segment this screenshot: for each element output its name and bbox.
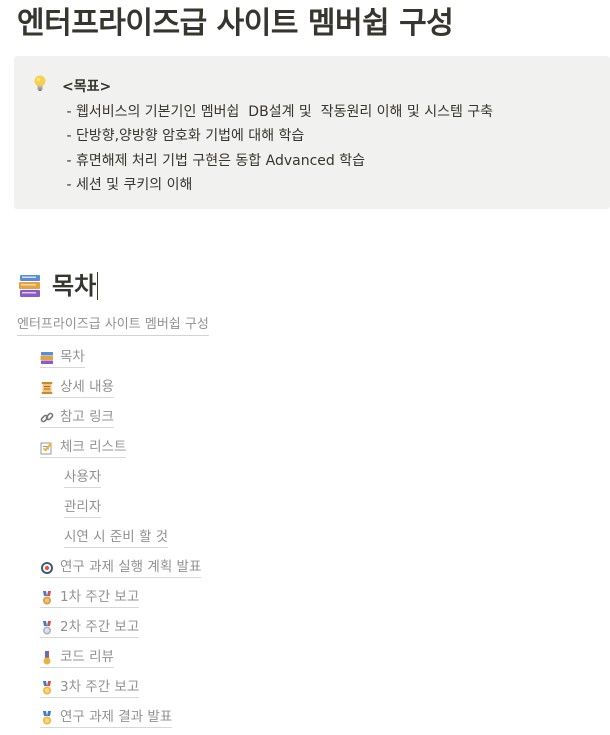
toc-label: 체크 리스트 [60, 439, 127, 455]
toc-link[interactable]: 1차 주간 보고 [40, 588, 140, 608]
lightbulb-icon [32, 74, 48, 92]
gold-medal-icon [40, 680, 54, 695]
toc-link[interactable]: 상세 내용 [40, 378, 114, 398]
toc-heading-text[interactable]: 목차 [52, 268, 96, 304]
toc-label: 코드 리뷰 [60, 649, 114, 665]
toc-item[interactable]: 상세 내용 [40, 373, 201, 403]
toc-item[interactable]: 시연 시 준비 할 것 [40, 523, 201, 553]
toc-link[interactable]: 3차 주간 보고 [40, 678, 140, 698]
toc-label: 연구 과제 결과 발표 [60, 709, 173, 725]
toc-item[interactable]: 목차 [40, 343, 201, 373]
toc-link[interactable]: 코드 리뷰 [40, 648, 114, 668]
toc-item[interactable]: 체크 리스트 [40, 433, 201, 463]
toc-link[interactable]: 연구 과제 결과 발표 [40, 708, 173, 728]
toc-label: 참고 링크 [60, 409, 114, 425]
toc-item[interactable]: 사용자 [40, 463, 201, 493]
toc-link[interactable]: 참고 링크 [40, 408, 114, 428]
toc-item[interactable]: 1차 주간 보고 [40, 583, 201, 613]
table-of-contents: 목차 상세 내용 참고 링크 체크 리스트 사용자 관리자 시연 시 준비 할 … [40, 343, 202, 733]
toc-section-heading[interactable]: 목차 [18, 268, 99, 304]
goals-callout: <목표> - 웹서비스의 기본기인 멤버쉽 DB설계 및 작동원리 이해 및 시… [14, 56, 610, 209]
callout-line: - 세션 및 쿠키의 이해 [62, 177, 193, 193]
military-medal-icon [40, 650, 54, 665]
scroll-icon [40, 381, 54, 395]
toc-label: 상세 내용 [60, 379, 114, 395]
toc-item[interactable]: 관리자 [40, 493, 201, 523]
toc-link[interactable]: 관리자 [64, 498, 102, 518]
bronze-medal-icon [40, 590, 54, 605]
toc-item[interactable]: 3차 주간 보고 [40, 673, 201, 703]
toc-item[interactable]: 코드 리뷰 [40, 643, 201, 673]
silver-medal-icon [40, 620, 54, 635]
toc-label: 3차 주간 보고 [60, 679, 140, 695]
toc-link[interactable]: 2차 주간 보고 [40, 618, 140, 638]
page-title: 엔터프라이즈급 사이트 멤버쉽 구성 [17, 6, 454, 41]
memo-icon [40, 441, 54, 455]
toc-item[interactable]: 참고 링크 [40, 403, 201, 433]
text-caret [97, 272, 99, 300]
toc-link[interactable]: 시연 시 준비 할 것 [64, 528, 169, 548]
breadcrumb-link[interactable]: 엔터프라이즈급 사이트 멤버쉽 구성 [17, 315, 209, 336]
callout-line: - 휴면해제 처리 기법 구현은 동합 Advanced 학습 [62, 152, 366, 169]
books-icon [40, 351, 54, 365]
toc-item[interactable]: 2차 주간 보고 [40, 613, 201, 643]
link-icon [40, 411, 54, 425]
target-icon [40, 561, 54, 575]
books-icon [18, 273, 42, 299]
toc-label: 사용자 [64, 469, 102, 485]
toc-label: 시연 시 준비 할 것 [64, 529, 169, 545]
toc-label: 관리자 [64, 499, 102, 515]
toc-label: 1차 주간 보고 [60, 589, 140, 605]
toc-item[interactable]: 연구 과제 실행 계획 발표 [40, 553, 202, 583]
callout-line: - 단방향,양방향 암호화 기법에 대해 학습 [62, 128, 305, 144]
toc-item[interactable]: 연구 과제 결과 발표 [40, 703, 201, 733]
callout-line: - 웹서비스의 기본기인 멤버쉽 DB설계 및 작동원리 이해 및 시스템 구축 [62, 103, 494, 120]
callout-heading: <목표> [62, 79, 112, 95]
toc-label: 연구 과제 실행 계획 발표 [60, 559, 202, 575]
toc-link[interactable]: 체크 리스트 [40, 438, 127, 458]
sports-medal-icon [40, 710, 54, 725]
toc-link[interactable]: 연구 과제 실행 계획 발표 [40, 558, 202, 578]
toc-link[interactable]: 목차 [40, 348, 85, 368]
toc-link[interactable]: 사용자 [64, 468, 102, 488]
toc-label: 2차 주간 보고 [60, 619, 140, 635]
toc-label: 목차 [60, 349, 85, 365]
